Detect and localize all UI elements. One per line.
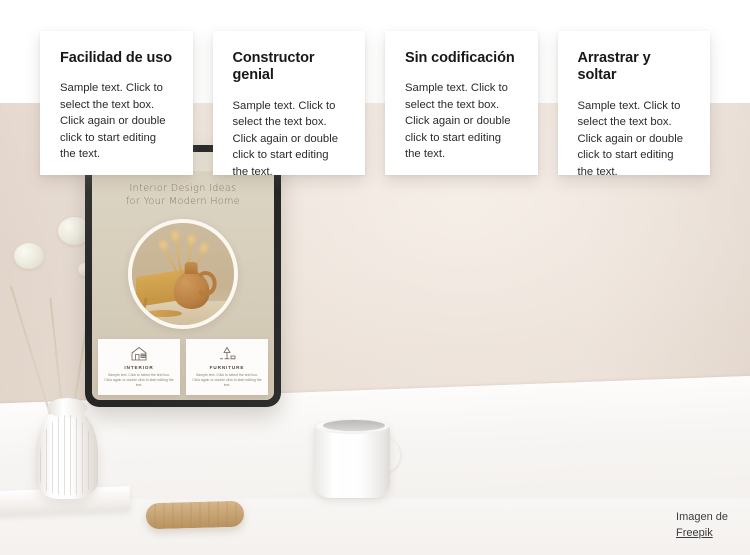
flower-bloom (14, 243, 44, 269)
attribution-prefix: Imagen de (676, 511, 728, 523)
image-attribution: Imagen de Freepik (676, 509, 728, 541)
tablet-card-interior[interactable]: INTERIOR Sample text. Click to select th… (98, 339, 180, 395)
lamp-furniture-icon (190, 345, 264, 362)
tablet-hero-circle-image (128, 219, 238, 329)
hero-clay-jug (173, 262, 217, 309)
mug-interior (323, 420, 385, 431)
house-interior-icon (102, 345, 176, 362)
tablet-card-text: Sample text. Click to select the text bo… (104, 373, 174, 387)
feature-card-text: Sample text. Click to select the text bo… (405, 82, 511, 161)
feature-card-text: Sample text. Click to select the text bo… (577, 99, 684, 178)
white-ribbed-vase (36, 398, 98, 499)
feature-card-title: Arrastrar y soltar (577, 50, 651, 84)
mug-rim (315, 419, 389, 434)
feature-card-3[interactable]: Sin codificación Sample text. Click to s… (385, 31, 538, 175)
page-root: Interior Design Ideas for Your Modern Ho… (0, 0, 750, 555)
feature-card-text: Sample text. Click to select the text bo… (60, 82, 166, 161)
tablet-site-body: Interior Design Ideas for Your Modern Ho… (92, 171, 274, 400)
tablet-card-text: Sample text. Click to select the text bo… (192, 373, 262, 387)
tablet-headline-line1: Interior Design Ideas (129, 183, 237, 194)
tablet-wooden-stand (145, 500, 245, 530)
tablet-card-furniture[interactable]: FURNITURE Sample text. Click to select t… (186, 339, 268, 395)
tablet-card-title: INTERIOR (124, 365, 154, 370)
tablet-device: Interior Design Ideas for Your Modern Ho… (85, 145, 281, 407)
white-coffee-mug (314, 419, 400, 498)
tablet-headline-line2: for Your Modern Home (125, 196, 241, 207)
feature-card-4[interactable]: Arrastrar y soltar Sample text. Click to… (557, 31, 710, 178)
feature-card-1[interactable]: Facilidad de uso Sample text. Click to s… (40, 31, 193, 175)
vase-ribs (40, 415, 94, 495)
mug-body (314, 424, 390, 498)
tablet-card-title: FURNITURE (209, 365, 245, 370)
freepik-link[interactable]: Freepik (676, 525, 728, 541)
feature-card-2[interactable]: Constructor genial Sample text. Click to… (212, 31, 365, 178)
feature-card-text: Sample text. Click to select the text bo… (232, 99, 339, 178)
feature-cards-row: Facilidad de uso Sample text. Click to s… (0, 0, 750, 178)
feature-card-title: Constructor genial (232, 50, 315, 84)
tablet-screen: Interior Design Ideas for Your Modern Ho… (92, 152, 274, 400)
hero-brass-plate (146, 310, 182, 317)
feature-card-title: Sin codificación (405, 50, 515, 66)
feature-card-title: Facilidad de uso (60, 50, 173, 66)
tablet-category-cards: INTERIOR Sample text. Click to select th… (98, 339, 268, 395)
